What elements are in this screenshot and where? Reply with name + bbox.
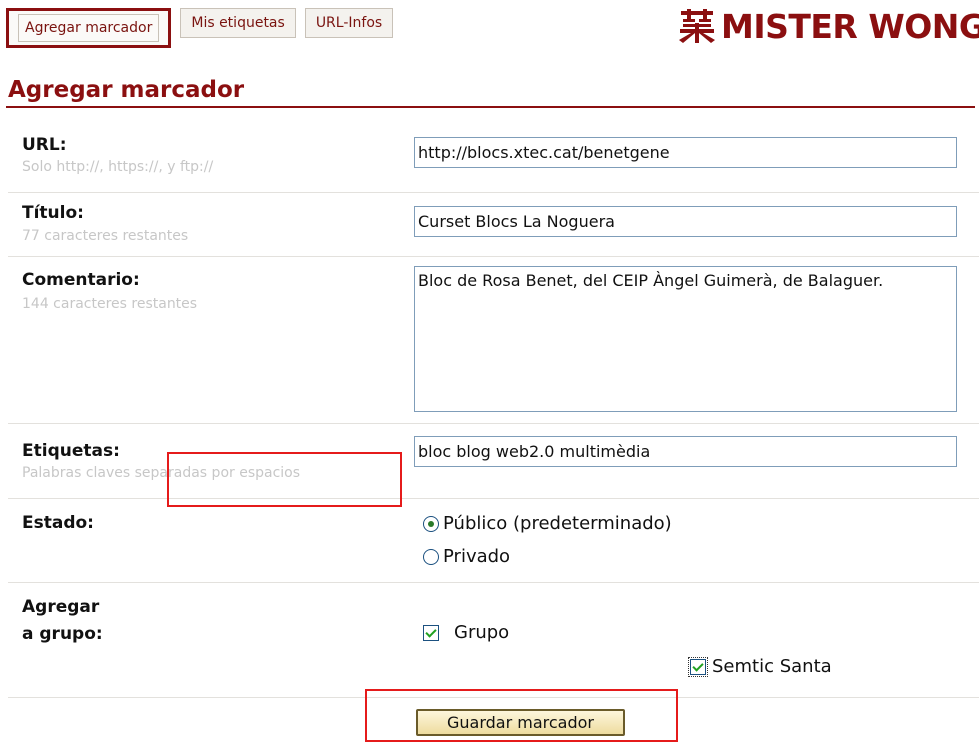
radio-privado-button[interactable] xyxy=(423,548,439,565)
radio-privado[interactable]: Privado xyxy=(423,546,510,567)
url-label: URL: xyxy=(22,135,67,155)
radio-publico[interactable]: Público (predeterminado) xyxy=(423,513,672,534)
radio-publico-label: Público (predeterminado) xyxy=(443,513,672,534)
group-checkbox-focus xyxy=(688,656,708,677)
mister-wong-logo[interactable]: MISTER WONG xyxy=(679,6,979,46)
comentario-textarea[interactable]: Bloc de Rosa Benet, del CEIP Àngel Guime… xyxy=(414,266,957,412)
grupo-checkbox[interactable] xyxy=(423,624,439,641)
comentario-hint: 144 caracteres restantes xyxy=(22,296,198,312)
grupo-label-line1: Agregar xyxy=(22,597,100,617)
page-title: Agregar marcador xyxy=(8,77,245,103)
titulo-hint: 77 caracteres restantes xyxy=(22,228,189,244)
radio-privado-label: Privado xyxy=(443,546,511,567)
title-divider xyxy=(6,106,975,108)
titulo-input[interactable] xyxy=(414,206,957,237)
tab-url-infos[interactable]: URL-Infos xyxy=(304,8,394,38)
row-divider xyxy=(8,423,979,424)
tab-label: Agregar marcador xyxy=(18,14,160,42)
grupo-checkbox-label: Grupo xyxy=(454,622,510,643)
group-semtic-label: Semtic Santa xyxy=(712,656,832,677)
grupo-checkbox-row[interactable]: Grupo xyxy=(423,622,509,643)
comentario-label: Comentario: xyxy=(22,270,140,290)
logo-text: MISTER WONG xyxy=(721,6,979,46)
save-bookmark-button[interactable]: Guardar marcador xyxy=(416,709,625,736)
row-divider xyxy=(8,582,979,583)
url-input[interactable] xyxy=(414,137,957,168)
radio-publico-button[interactable] xyxy=(423,515,439,532)
etiquetas-input[interactable] xyxy=(414,436,957,467)
titulo-label: Título: xyxy=(22,203,84,223)
row-divider xyxy=(8,697,979,698)
url-hint: Solo http://, https://, y ftp:// xyxy=(22,159,214,175)
row-divider xyxy=(8,256,979,257)
tab-agregar-marcador[interactable]: Agregar marcador xyxy=(6,8,172,48)
etiquetas-hint: Palabras claves separadas por espacios xyxy=(22,465,301,481)
group-semtic-checkbox[interactable] xyxy=(690,658,706,675)
etiquetas-label: Etiquetas: xyxy=(22,441,120,461)
group-semtic-row[interactable]: Semtic Santa xyxy=(688,656,832,677)
grupo-label-line2: a grupo: xyxy=(22,624,103,644)
row-divider xyxy=(8,192,979,193)
logo-glyph-icon xyxy=(679,9,715,43)
estado-label: Estado: xyxy=(22,513,94,533)
row-divider xyxy=(8,498,979,499)
top-tabs: Agregar marcador Mis etiquetas URL-Infos xyxy=(6,8,402,48)
tab-mis-etiquetas[interactable]: Mis etiquetas xyxy=(180,8,296,38)
